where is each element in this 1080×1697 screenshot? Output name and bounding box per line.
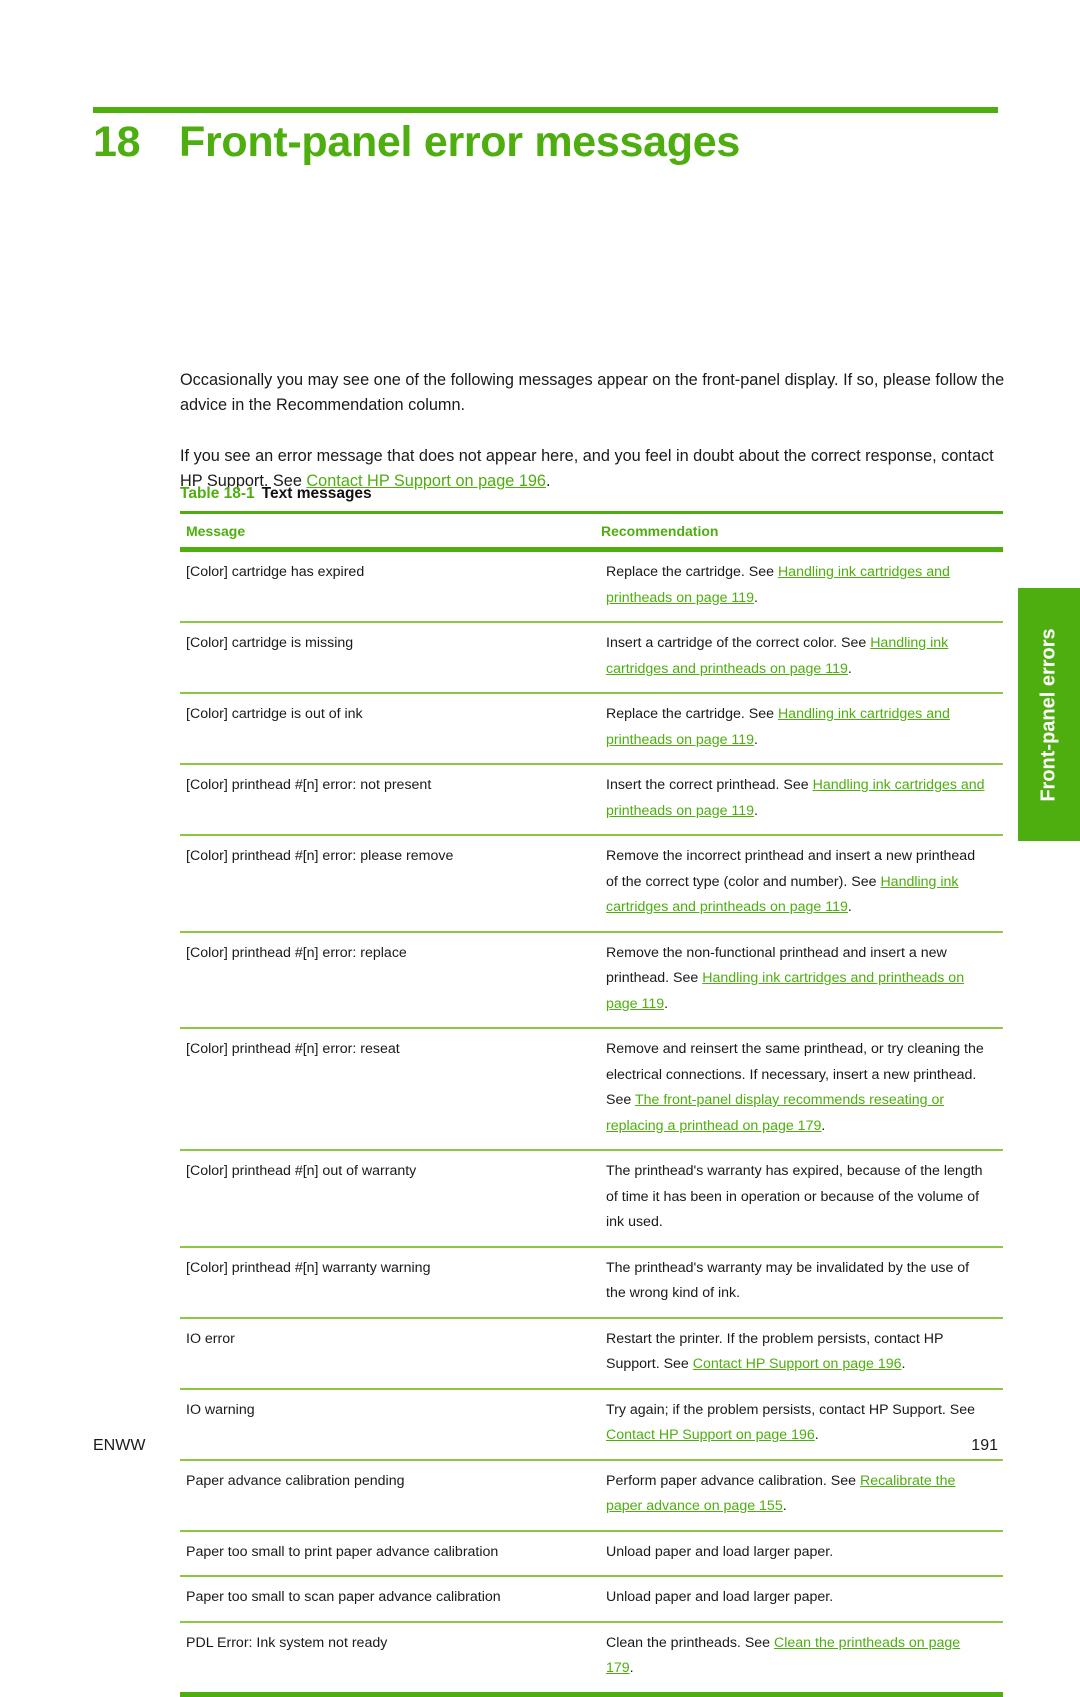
table-cell-recommendation: Unload paper and load larger paper.: [595, 1530, 1003, 1577]
table-row: PDL Error: Ink system not ready Clean the…: [180, 1621, 1003, 1697]
column-header-message: Message: [180, 511, 595, 552]
table-cell-recommendation: Replace the cartridge. See Handling ink …: [595, 693, 1003, 765]
table-caption: Table 18-1 Text messages: [180, 485, 372, 503]
recommendation-text: Insert the correct printhead. See: [606, 777, 813, 793]
table-cell-message: Paper advance calibration pending: [180, 1459, 595, 1532]
recommendation-link[interactable]: The front-panel display recommends resea…: [606, 1092, 944, 1134]
table-row: Paper advance calibration pending Perform…: [180, 1459, 1003, 1532]
document-page: 18 Front-panel error messages Occasionall…: [0, 0, 1080, 1697]
table-cell-recommendation: Remove and reinsert the same printhead, …: [595, 1028, 1003, 1151]
chapter-rule: [93, 107, 998, 113]
recommendation-text: Unload paper and load larger paper.: [606, 1589, 834, 1605]
recommendation-text-after: .: [847, 899, 852, 915]
intro-paragraph-1: Occasionally you may see one of the foll…: [180, 371, 1005, 414]
column-header-recommendation: Recommendation: [595, 511, 1003, 552]
recommendation-text-after: .: [821, 1117, 826, 1134]
table-cell-message: [Color] printhead #[n] error: not presen…: [180, 764, 595, 836]
table-row: [Color] printhead #[n] warranty warning T…: [180, 1246, 1003, 1319]
intro-paragraph-2-after: .: [546, 472, 551, 490]
table-caption-label: Table 18-1: [180, 485, 255, 502]
recommendation-text: Replace the cartridge. See: [606, 706, 778, 722]
table-cell-recommendation: Restart the printer. If the problem pers…: [595, 1317, 1003, 1390]
recommendation-text-after: .: [782, 1498, 787, 1514]
intro-text: Occasionally you may see one of the foll…: [180, 368, 1005, 494]
table-cell-message: Paper too small to scan paper advance ca…: [180, 1576, 595, 1623]
table-body: [Color] cartridge has expired Replace the…: [180, 549, 1003, 1697]
table-row: [Color] cartridge is missing Insert a car…: [180, 622, 1003, 694]
table-row: [Color] printhead #[n] error: replace Rem…: [180, 931, 1003, 1029]
table-row: Paper too small to print paper advance c…: [180, 1530, 1003, 1577]
table-cell-message: Paper too small to print paper advance c…: [180, 1530, 595, 1577]
table-cell-recommendation: Perform paper advance calibration. See R…: [595, 1459, 1003, 1532]
table-cell-recommendation: Clean the printheads. See Clean the prin…: [595, 1621, 1003, 1697]
table-row: [Color] cartridge is out of ink Replace t…: [180, 693, 1003, 765]
recommendation-link[interactable]: Contact HP Support on page 196: [693, 1356, 902, 1372]
table-cell-message: [Color] printhead #[n] error: please rem…: [180, 835, 595, 933]
recommendation-text-after: .: [754, 589, 758, 606]
table-cell-recommendation: The printhead's warranty has expired, be…: [595, 1150, 1003, 1248]
recommendation-text: The printhead's warranty may be invalida…: [606, 1259, 970, 1302]
intro-paragraph-2-before: If you see an error message that does no…: [180, 447, 994, 490]
recommendation-text-after: .: [754, 802, 758, 819]
recommendation-text: Clean the printheads. See: [606, 1634, 774, 1651]
table-cell-message: [Color] cartridge has expired: [180, 549, 595, 623]
table-cell-message: [Color] printhead #[n] out of warranty: [180, 1150, 595, 1248]
table-row: [Color] printhead #[n] out of warranty Th…: [180, 1150, 1003, 1248]
table-cell-message: [Color] printhead #[n] warranty warning: [180, 1246, 595, 1319]
recommendation-text: Replace the cartridge. See: [606, 564, 778, 580]
recommendation-text-after: .: [901, 1356, 906, 1372]
table-cell-recommendation: Insert a cartridge of the correct color.…: [595, 622, 1003, 694]
recommendation-text-after: .: [754, 731, 758, 748]
table-row: Paper too small to scan paper advance ca…: [180, 1576, 1003, 1623]
page-title: 18 Front-panel error messages: [93, 118, 998, 167]
table-cell-message: [Color] cartridge is missing: [180, 622, 595, 694]
table-cell-message: [Color] printhead #[n] error: replace: [180, 931, 595, 1029]
chapter-number: 18: [93, 118, 141, 166]
table-row: IO error Restart the printer. If the prob…: [180, 1317, 1003, 1390]
table-cell-recommendation: Insert the correct printhead. See Handli…: [595, 764, 1003, 836]
table-cell-message: [Color] printhead #[n] error: reseat: [180, 1028, 595, 1151]
table-cell-message: IO error: [180, 1317, 595, 1390]
table-header: Message Recommendation: [180, 511, 1003, 552]
table-row: [Color] cartridge has expired Replace the…: [180, 549, 1003, 623]
table-header-row: Message Recommendation: [180, 511, 1003, 552]
side-thumb-tab-label: Front-panel errors: [1037, 627, 1060, 802]
recommendation-text: Perform paper advance calibration. See: [606, 1472, 860, 1489]
text-messages-table: Message Recommendation [Color] cartridge…: [180, 511, 1003, 1697]
table-cell-recommendation: Remove the non-functional printhead and …: [595, 931, 1003, 1029]
recommendation-text: Try again; if the problem persists, cont…: [606, 1401, 976, 1418]
table-cell-message: [Color] cartridge is out of ink: [180, 693, 595, 765]
footer-page-number: 191: [971, 1437, 998, 1454]
table-cell-recommendation: Unload paper and load larger paper.: [595, 1576, 1003, 1623]
recommendation-text: Unload paper and load larger paper.: [606, 1543, 834, 1560]
side-thumb-tab: Front-panel errors: [1018, 588, 1080, 841]
table-cell-message: PDL Error: Ink system not ready: [180, 1621, 595, 1697]
chapter-title-text: Front-panel error messages: [179, 118, 740, 166]
table-cell-recommendation: Replace the cartridge. See Handling ink …: [595, 549, 1003, 623]
table-caption-title: Text messages: [261, 485, 372, 502]
table-row: [Color] printhead #[n] error: not presen…: [180, 764, 1003, 836]
table-row: [Color] printhead #[n] error: please rem…: [180, 835, 1003, 933]
recommendation-text-after: .: [847, 660, 852, 677]
recommendation-text-after: .: [664, 995, 669, 1012]
table-cell-recommendation: The printhead's warranty may be invalida…: [595, 1246, 1003, 1319]
recommendation-text: Insert a cartridge of the correct color.…: [606, 635, 871, 651]
table-row: [Color] printhead #[n] error: reseat Remo…: [180, 1028, 1003, 1151]
recommendation-text: The printhead's warranty has expired, be…: [606, 1163, 983, 1230]
recommendation-text-after: .: [629, 1660, 634, 1676]
table-cell-recommendation: Remove the incorrect printhead and inser…: [595, 835, 1003, 933]
